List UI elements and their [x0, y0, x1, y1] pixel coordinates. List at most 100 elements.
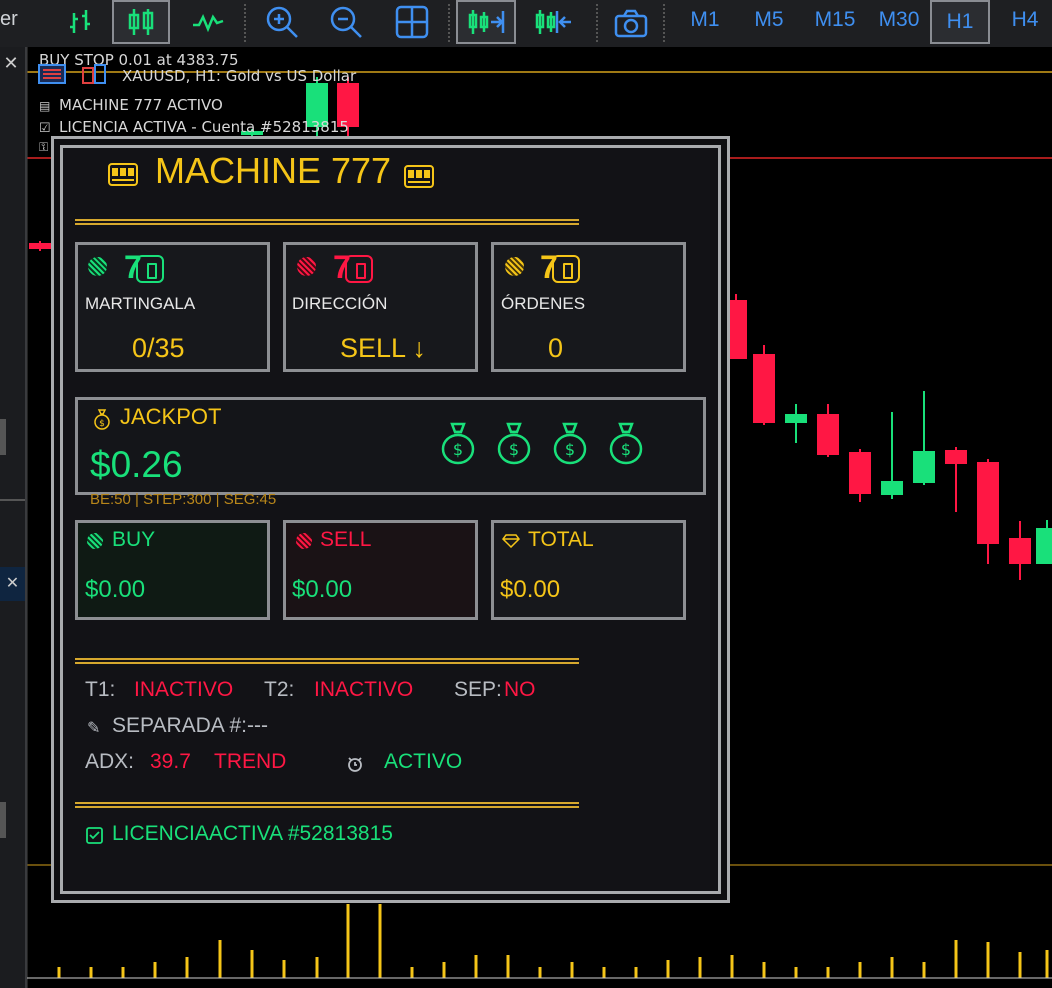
line-chart-button[interactable]	[185, 0, 231, 44]
scrollbar-handle[interactable]	[0, 419, 6, 455]
autoscroll-icon	[535, 10, 571, 34]
divider	[75, 802, 579, 811]
candle-body	[785, 414, 807, 423]
zoom-out-icon	[330, 6, 362, 38]
direccion-label: DIRECCIÓN	[292, 294, 388, 313]
timeframe-h4[interactable]: H4	[996, 0, 1052, 44]
alarm-clock-icon	[346, 755, 364, 773]
timeframe-m15[interactable]: M15	[804, 0, 866, 44]
trade-icon	[38, 63, 66, 85]
divider	[0, 499, 25, 501]
candle-body	[1009, 538, 1031, 564]
alarm-state: ACTIVO	[384, 750, 463, 773]
adx-value: 39.7	[150, 750, 191, 773]
bar-chart-icon	[70, 10, 90, 33]
money-bag-icon: $	[496, 421, 532, 465]
license-text: LICENCIAACTIVA #52813815	[112, 822, 393, 845]
svg-text:$: $	[99, 419, 105, 429]
toolbar-separator	[448, 4, 450, 42]
toolbar-separator	[663, 4, 665, 42]
slot-tile-icon	[136, 255, 164, 283]
timeframe-m30[interactable]: M30	[868, 0, 930, 44]
candle-body	[753, 354, 775, 423]
candle-body	[1036, 528, 1052, 564]
camera-icon	[614, 9, 648, 38]
candle-body	[29, 243, 51, 249]
candle-body	[977, 462, 999, 544]
timeframe-m1[interactable]: M1	[676, 0, 734, 44]
svg-text:$: $	[565, 440, 575, 459]
ordenes-value: 0	[548, 333, 564, 363]
line-chart-icon	[193, 13, 224, 33]
slot-machine-icon	[108, 161, 138, 187]
checkbox-icon: ☑	[39, 120, 51, 135]
candle-body	[913, 451, 935, 483]
candlestick-button[interactable]	[112, 0, 170, 44]
candle-body	[945, 450, 967, 464]
slot-machine-icon	[404, 163, 434, 189]
monitor-icon: ▤	[39, 99, 51, 113]
t1-label: T1:	[85, 678, 116, 701]
chart-shift-icon	[468, 10, 505, 34]
toolbar-separator	[596, 4, 598, 42]
pin-icon: ✎	[87, 720, 101, 737]
close-icon[interactable]: ✕	[0, 567, 25, 601]
jackpot-value: $0.26	[90, 444, 183, 485]
card-buy	[75, 520, 270, 620]
candle-body	[849, 452, 871, 494]
card-sell	[283, 520, 478, 620]
toolbar: er M1 M5 M15 M30 H1 H4	[0, 0, 1052, 47]
candle-body	[881, 481, 903, 495]
candlestick-icon	[128, 9, 154, 35]
zoom-in-button[interactable]	[256, 0, 308, 44]
toolbar-separator	[244, 4, 246, 42]
t2-value: INACTIVO	[314, 678, 414, 701]
timeframe-h1[interactable]: H1	[930, 0, 990, 44]
martingala-label: MARTINGALA	[85, 294, 196, 313]
panel-title: MACHINE 777	[155, 150, 392, 191]
diamond-icon	[502, 534, 520, 549]
status-line-2: LICENCIA ACTIVA - Cuenta #52813815	[59, 118, 349, 136]
total-value: $0.00	[500, 576, 561, 603]
jackpot-settings: BE:50 | STEP:300 | SEG:45	[90, 491, 277, 508]
jackpot-label: JACKPOT	[120, 404, 222, 429]
screenshot-button[interactable]	[606, 0, 656, 44]
yellow-dot-icon	[505, 257, 524, 276]
expert-icon	[81, 63, 109, 85]
divider	[75, 658, 579, 667]
t2-label: T2:	[264, 678, 295, 701]
scrollbar-handle[interactable]	[0, 802, 6, 838]
svg-text:$: $	[453, 440, 463, 459]
green-dot-icon	[88, 257, 107, 276]
lock-icon: ⚿	[39, 140, 49, 154]
status-line-1: MACHINE 777 ACTIVO	[59, 96, 223, 114]
adx-state: TREND	[214, 750, 287, 773]
money-bag-icon: $	[92, 408, 112, 430]
money-bag-icon: $	[552, 421, 588, 465]
close-icon[interactable]: ✕	[0, 53, 22, 75]
slot-tile-icon	[552, 255, 580, 283]
checkbox-icon	[86, 827, 103, 844]
bar-chart-button[interactable]	[58, 0, 104, 44]
buy-label: BUY	[112, 528, 156, 551]
sell-value: $0.00	[292, 576, 353, 603]
svg-text:$: $	[621, 440, 631, 459]
martingala-value: 0/35	[132, 333, 185, 363]
autoscroll-button[interactable]	[526, 0, 580, 44]
sep-value: NO	[504, 678, 536, 701]
ordenes-label: ÓRDENES	[501, 294, 586, 313]
timeframe-m5[interactable]: M5	[740, 0, 798, 44]
red-dot-icon	[297, 257, 316, 276]
total-label: TOTAL	[528, 528, 594, 551]
svg-text:$: $	[509, 440, 519, 459]
chart-shift-button[interactable]	[456, 0, 516, 44]
sep-label: SEP:	[454, 678, 502, 701]
divider	[75, 219, 579, 228]
separada-text: SEPARADA #:---	[112, 714, 268, 737]
tile-windows-button[interactable]	[386, 0, 438, 44]
symbol-label: XAUUSD, H1: Gold vs US Dollar	[122, 67, 357, 85]
zoom-out-button[interactable]	[320, 0, 372, 44]
candle-body	[817, 414, 839, 455]
toolbar-left-text: er	[0, 8, 18, 30]
money-bag-icon: $	[440, 421, 476, 465]
